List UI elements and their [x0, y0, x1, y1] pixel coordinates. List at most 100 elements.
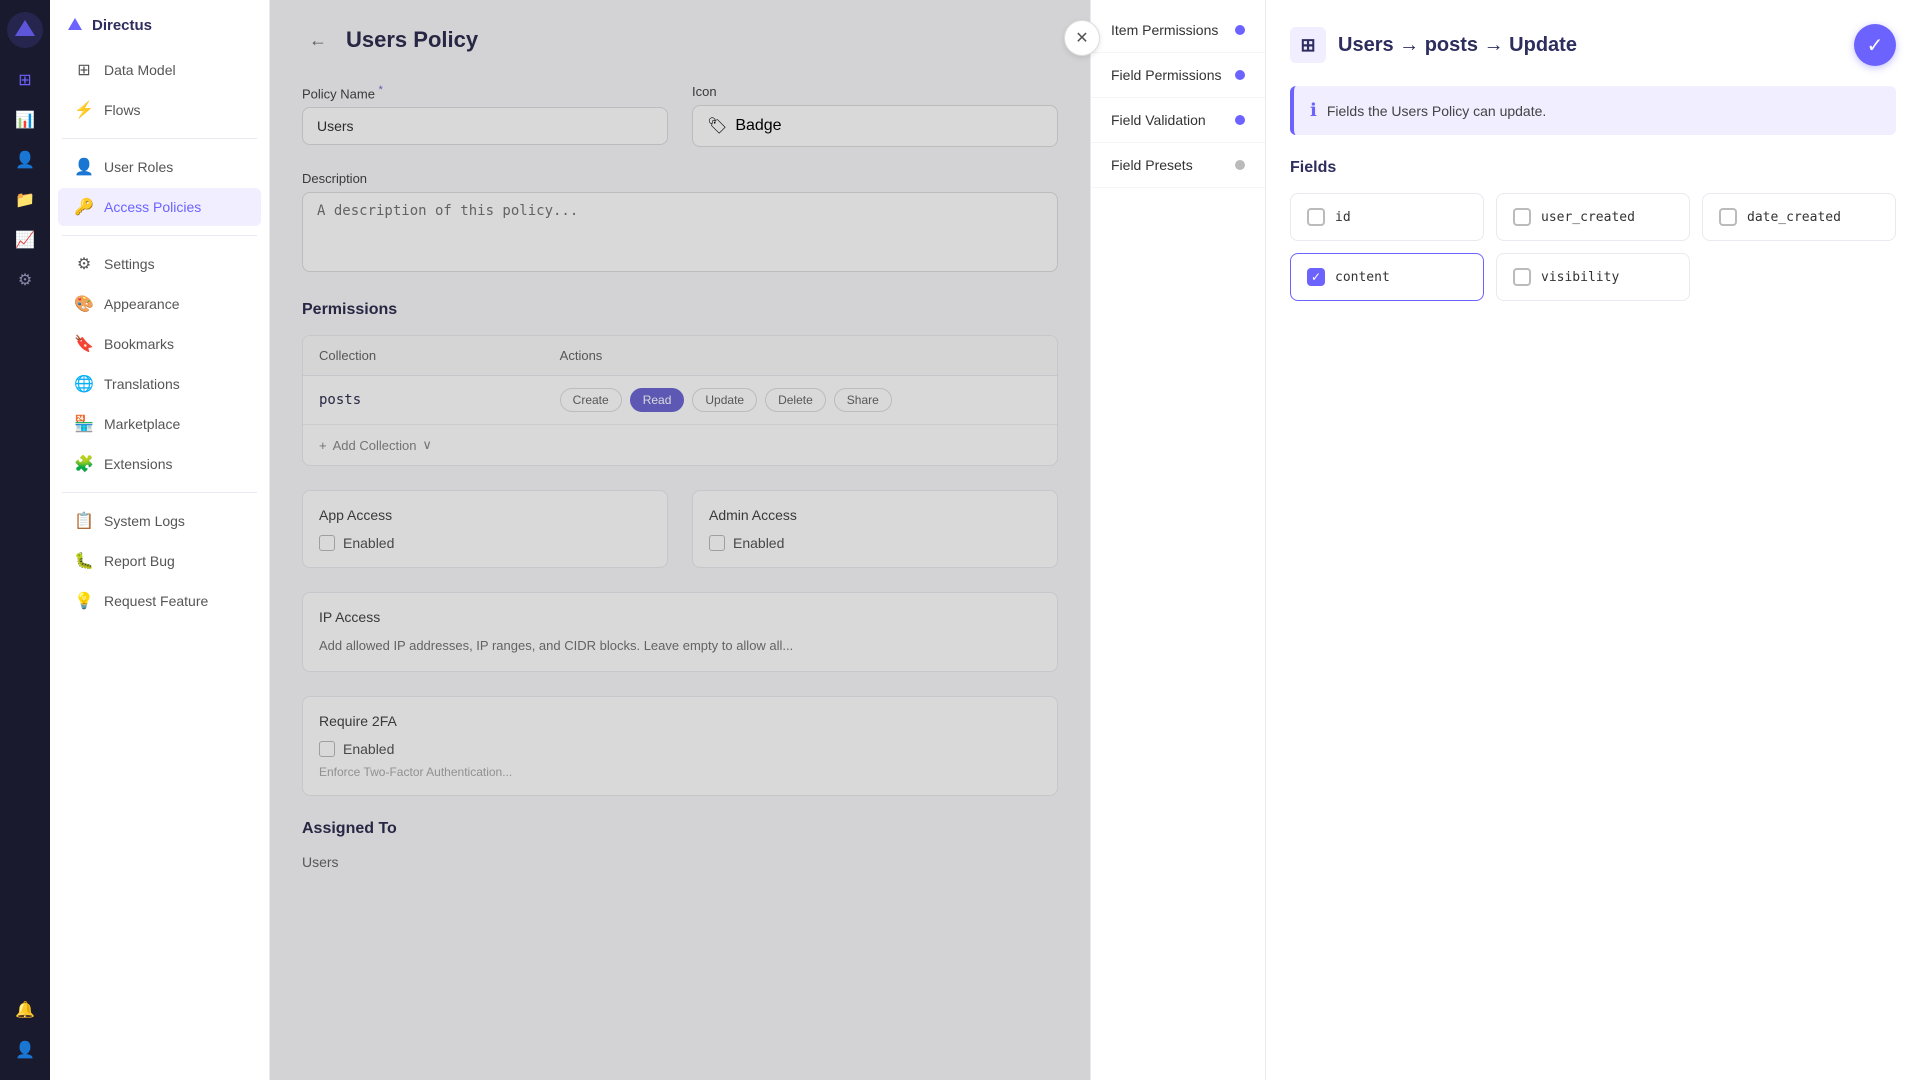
icon-bar-files[interactable]: 📁 [7, 182, 43, 218]
field-card-user-created[interactable]: user_created [1496, 193, 1690, 241]
icon-field[interactable]: 🏷 Badge [692, 105, 1058, 147]
marketplace-icon: 🏪 [74, 414, 94, 434]
field-checkbox-user-created[interactable] [1513, 208, 1531, 226]
policy-name-input[interactable] [302, 107, 668, 145]
require-2fa-group: Require 2FA Enabled Enforce Two-Factor A… [302, 696, 1058, 796]
perm-nav-item-permissions[interactable]: Item Permissions [1091, 8, 1265, 53]
sidebar-item-user-roles[interactable]: 👤 User Roles [58, 148, 261, 186]
info-box: ℹ Fields the Users Policy can update. [1290, 86, 1896, 135]
back-button[interactable]: ← [302, 24, 334, 56]
sidebar-divider-1 [62, 138, 257, 139]
require-2fa-title: Require 2FA [319, 713, 1041, 729]
sidebar-item-flows[interactable]: ⚡ Flows [58, 91, 261, 129]
field-name-user-created: user_created [1541, 210, 1635, 225]
action-read[interactable]: Read [630, 388, 685, 412]
assigned-to-title: Assigned To [302, 820, 1058, 838]
description-input[interactable] [302, 192, 1058, 272]
sidebar-divider-2 [62, 235, 257, 236]
item-permissions-nav: Item Permissions Field Permissions Field… [1090, 0, 1265, 1080]
sidebar-item-bookmarks[interactable]: 🔖 Bookmarks [58, 325, 261, 363]
sidebar-item-label: Request Feature [104, 593, 208, 609]
sidebar-item-request-feature[interactable]: 💡 Request Feature [58, 582, 261, 620]
sidebar-item-settings[interactable]: ⚙ Settings [58, 245, 261, 283]
field-checkbox-id[interactable] [1307, 208, 1325, 226]
icon-label: Icon [692, 84, 1058, 99]
app-access-title: App Access [319, 507, 651, 523]
sidebar-brand-name: Directus [92, 17, 152, 34]
icon-bar-activity[interactable]: 📊 [7, 102, 43, 138]
app-logo[interactable] [7, 12, 43, 48]
app-access-checkbox[interactable] [319, 535, 335, 551]
app-access-group: App Access Enabled [302, 490, 668, 568]
detail-title-group: ⊞ Users → posts → Update [1290, 27, 1577, 63]
policy-name-label: Policy Name * [302, 84, 668, 101]
field-name-content: content [1335, 270, 1390, 285]
perm-nav-label: Field Presets [1111, 157, 1193, 173]
description-group: Description [302, 171, 1058, 277]
add-collection-row[interactable]: + Add Collection ∨ [303, 425, 1057, 465]
detail-header: ⊞ Users → posts → Update ✓ [1290, 24, 1896, 66]
perm-dot-item [1235, 25, 1245, 35]
admin-access-checkbox[interactable] [709, 535, 725, 551]
icon-bar-users[interactable]: 👤 [7, 142, 43, 178]
info-icon: ℹ [1310, 100, 1317, 121]
ip-access-input[interactable] [319, 638, 1041, 653]
access-row: App Access Enabled Admin Access Enabled [302, 490, 1058, 568]
sidebar-item-label: Flows [104, 102, 141, 118]
sidebar-item-translations[interactable]: 🌐 Translations [58, 365, 261, 403]
detail-panel: ⊞ Users → posts → Update ✓ ℹ Fields the … [1265, 0, 1920, 1080]
close-button[interactable]: ✕ [1064, 20, 1100, 56]
back-icon: ← [309, 30, 327, 51]
report-bug-icon: 🐛 [74, 551, 94, 571]
sidebar-item-system-logs[interactable]: 📋 System Logs [58, 502, 261, 540]
field-card-content[interactable]: ✓ content [1290, 253, 1484, 301]
sidebar-item-extensions[interactable]: 🧩 Extensions [58, 445, 261, 483]
icon-bar-settings[interactable]: ⚙ [7, 262, 43, 298]
main-content: ← Users Policy Policy Name * Icon 🏷 Badg… [270, 0, 1920, 1080]
app-access-enabled-label: Enabled [343, 535, 394, 551]
icon-bar-insights[interactable]: 📈 [7, 222, 43, 258]
field-card-id[interactable]: id [1290, 193, 1484, 241]
require-2fa-hint: Enforce Two-Factor Authentication... [319, 765, 1041, 779]
detail-title-text: Users → posts → Update [1338, 34, 1577, 57]
permissions-row-posts: posts Create Read Update Delete Share [303, 376, 1057, 425]
translations-icon: 🌐 [74, 374, 94, 394]
sidebar-item-data-model[interactable]: ⊞ Data Model [58, 51, 261, 89]
field-checkbox-content[interactable]: ✓ [1307, 268, 1325, 286]
save-button[interactable]: ✓ [1854, 24, 1896, 66]
sidebar: Directus ⊞ Data Model ⚡ Flows 👤 User Rol… [50, 0, 270, 1080]
sidebar-item-access-policies[interactable]: 🔑 Access Policies [58, 188, 261, 226]
field-card-date-created[interactable]: date_created [1702, 193, 1896, 241]
admin-access-enabled-label: Enabled [733, 535, 784, 551]
icon-bar-profile[interactable]: 👤 [7, 1032, 43, 1068]
badge-icon: 🏷 [707, 116, 727, 136]
sidebar-item-label: Bookmarks [104, 336, 174, 352]
fields-title: Fields [1290, 159, 1896, 177]
sidebar-item-label: Access Policies [104, 199, 201, 215]
policy-header: ← Users Policy [302, 24, 1058, 56]
sidebar-item-marketplace[interactable]: 🏪 Marketplace [58, 405, 261, 443]
perm-nav-field-presets[interactable]: Field Presets [1091, 143, 1265, 188]
icon-value: Badge [735, 117, 781, 135]
action-create[interactable]: Create [560, 388, 622, 412]
sidebar-item-appearance[interactable]: 🎨 Appearance [58, 285, 261, 323]
require-2fa-checkbox[interactable] [319, 741, 335, 757]
icon-bar-notifications[interactable]: 🔔 [7, 992, 43, 1028]
action-delete[interactable]: Delete [765, 388, 826, 412]
system-logs-icon: 📋 [74, 511, 94, 531]
settings-icon: ⚙ [74, 254, 94, 274]
field-checkbox-date-created[interactable] [1719, 208, 1737, 226]
sidebar-item-report-bug[interactable]: 🐛 Report Bug [58, 542, 261, 580]
icon-bar-content[interactable]: ⊞ [7, 62, 43, 98]
field-checkbox-visibility[interactable] [1513, 268, 1531, 286]
user-roles-icon: 👤 [74, 157, 94, 177]
sidebar-item-label: Settings [104, 256, 155, 272]
action-share[interactable]: Share [834, 388, 892, 412]
field-card-visibility[interactable]: visibility [1496, 253, 1690, 301]
add-collection-label: Add Collection [333, 438, 417, 453]
request-feature-icon: 💡 [74, 591, 94, 611]
save-icon: ✓ [1867, 33, 1884, 58]
perm-nav-field-permissions[interactable]: Field Permissions [1091, 53, 1265, 98]
action-update[interactable]: Update [692, 388, 757, 412]
perm-nav-field-validation[interactable]: Field Validation [1091, 98, 1265, 143]
